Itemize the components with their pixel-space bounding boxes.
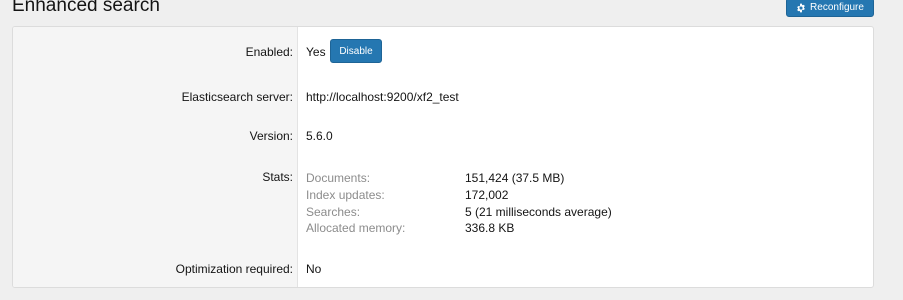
version-value: 5.6.0 (306, 129, 333, 143)
label-column (13, 27, 298, 287)
stat-searches-value: 5 (21 milliseconds average) (465, 205, 612, 219)
reconfigure-button[interactable]: Reconfigure (786, 0, 874, 17)
version-label: Version: (249, 129, 293, 143)
enabled-label: Enabled: (245, 45, 293, 59)
stat-index-updates-value: 172,002 (465, 188, 509, 202)
stats-label: Stats: (262, 170, 293, 184)
stat-allocated-memory-label: Allocated memory: (306, 221, 406, 235)
reconfigure-label: Reconfigure (810, 2, 864, 13)
server-value: http://localhost:9200/xf2_test (306, 90, 459, 104)
stat-documents-value: 151,424 (37.5 MB) (465, 171, 565, 185)
disable-button[interactable]: Disable (330, 39, 382, 63)
stat-index-updates-label: Index updates: (306, 188, 385, 202)
server-label: Elasticsearch server: (181, 90, 293, 104)
search-status-panel: Enabled: Yes Disable Elasticsearch serve… (12, 26, 874, 288)
stat-documents-label: Documents: (306, 171, 371, 185)
stat-allocated-memory-value: 336.8 KB (465, 221, 515, 235)
stat-searches-label: Searches: (306, 205, 361, 219)
enabled-value: Yes (306, 45, 326, 59)
optimization-label: Optimization required: (175, 262, 293, 276)
optimization-value: No (306, 262, 322, 276)
page-title: Enhanced search (12, 0, 160, 16)
gear-icon (797, 3, 805, 12)
